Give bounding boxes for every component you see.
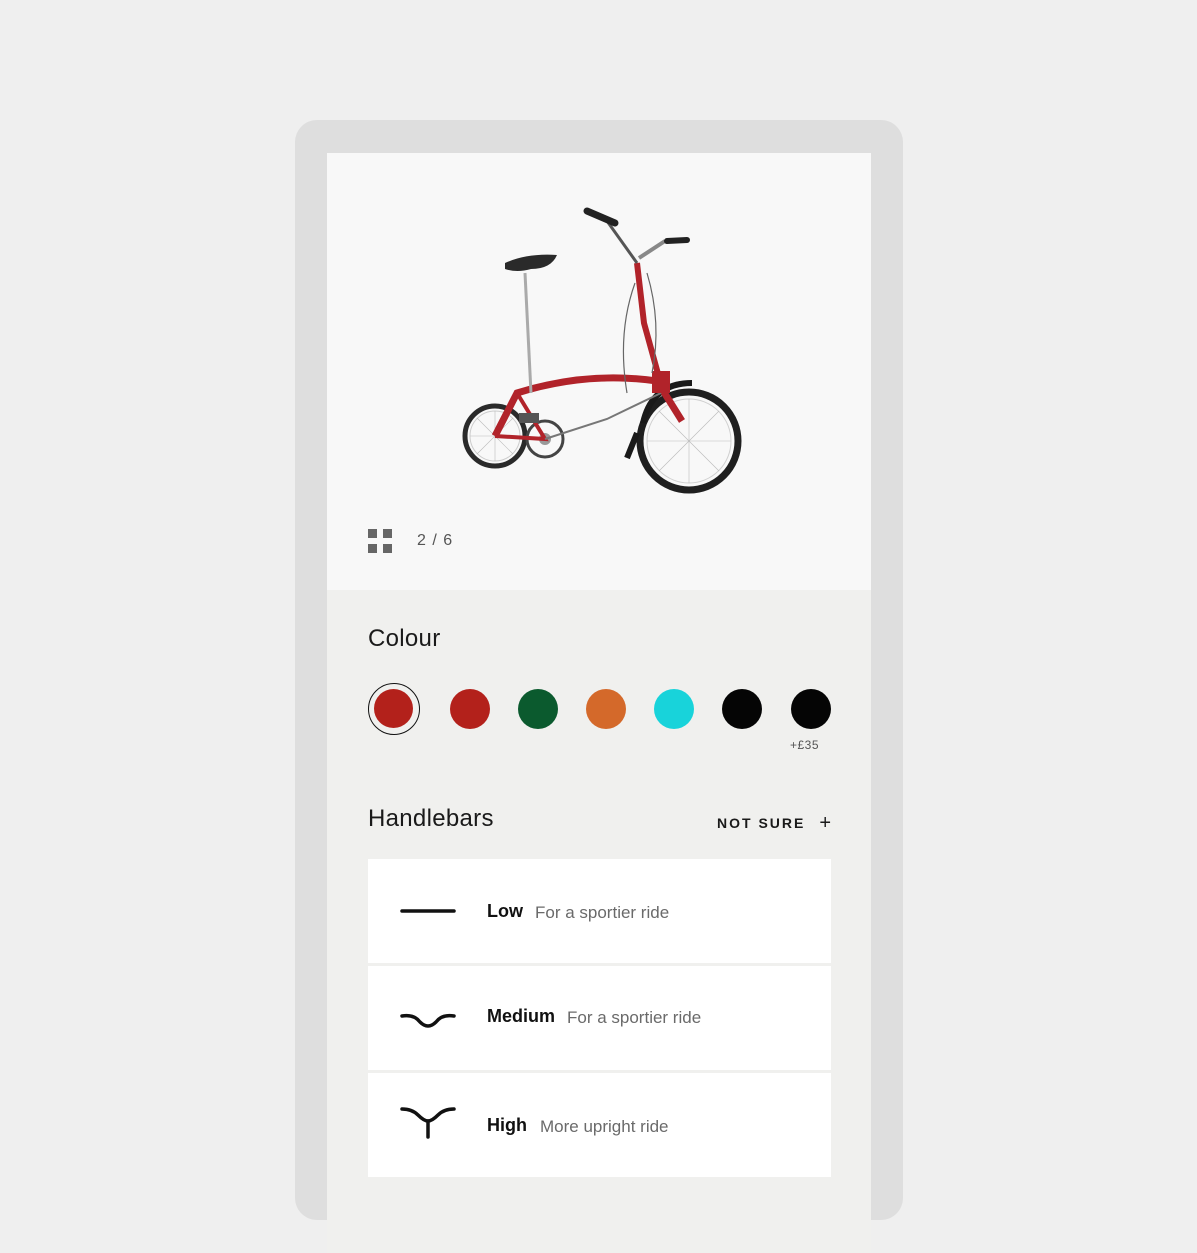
handlebar-option-high[interactable]: High More upright ride xyxy=(368,1073,831,1177)
colour-swatch[interactable] xyxy=(791,689,831,729)
colour-swatch[interactable] xyxy=(450,689,490,729)
colour-swatch[interactable] xyxy=(518,689,558,729)
colour-swatch[interactable] xyxy=(586,689,626,729)
option-name: Medium xyxy=(487,1006,556,1026)
colour-heading: Colour xyxy=(368,625,441,652)
screen: 2 / 6 Colour +£35 Handlebars NOT SURE + xyxy=(327,153,871,1253)
not-sure-label: NOT SURE xyxy=(717,815,806,831)
swatch-fill xyxy=(374,689,413,728)
handlebars-heading: Handlebars xyxy=(368,805,494,832)
option-description: For a sportier ride xyxy=(567,1008,702,1027)
colour-swatch-selected[interactable] xyxy=(368,683,420,735)
colour-swatches xyxy=(368,683,838,763)
medium-handlebar-icon xyxy=(400,1013,456,1028)
bike-image xyxy=(462,207,742,494)
low-handlebar-icon xyxy=(400,909,456,913)
handlebar-option-low[interactable]: Low For a sportier ride xyxy=(368,859,831,963)
handlebar-options: Low For a sportier ride Medium For a spo… xyxy=(368,859,831,1180)
high-handlebar-icon xyxy=(400,1107,456,1139)
image-counter: 2 / 6 xyxy=(417,532,454,549)
plus-icon: + xyxy=(819,812,834,834)
option-description: More upright ride xyxy=(540,1117,669,1136)
colour-swatch[interactable] xyxy=(722,689,762,729)
colour-swatch[interactable] xyxy=(654,689,694,729)
handlebar-option-medium[interactable]: Medium For a sportier ride xyxy=(368,966,831,1070)
option-description: For a sportier ride xyxy=(535,903,670,922)
option-name: Low xyxy=(487,901,523,921)
product-image-area[interactable]: 2 / 6 xyxy=(327,153,871,590)
option-name: High xyxy=(487,1115,527,1135)
phone-frame: 2 / 6 Colour +£35 Handlebars NOT SURE + xyxy=(295,120,903,1253)
swatch-price-note: +£35 xyxy=(790,738,820,752)
grid-icon[interactable] xyxy=(368,529,394,555)
not-sure-button[interactable]: NOT SURE + xyxy=(717,812,834,834)
